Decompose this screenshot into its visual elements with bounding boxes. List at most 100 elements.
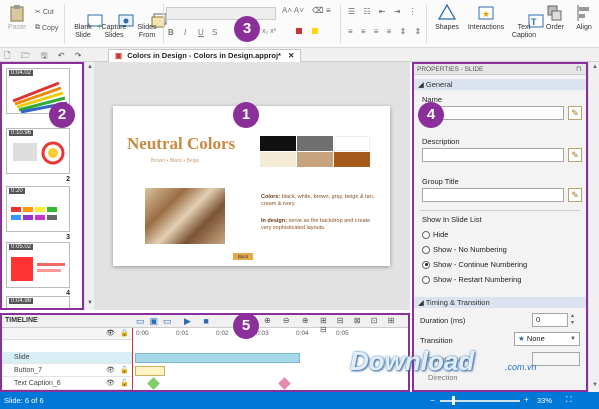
eye-icon[interactable]: 👁 (106, 378, 115, 390)
radio-show-restart-numbering[interactable]: Show - Restart Numbering (422, 275, 521, 284)
eraser-icon[interactable]: ⌫ (312, 6, 323, 15)
duration-stepper[interactable]: 0 (532, 313, 568, 327)
blank-slide-button[interactable]: + Blank Slide (70, 4, 103, 40)
stepper-arrows-icon[interactable]: ▲ ▼ (570, 313, 575, 327)
general-section-header[interactable]: ◢ General (414, 79, 586, 90)
description-field[interactable] (422, 148, 564, 162)
filmstrip-scrollbar[interactable]: ▲ ▼ (84, 62, 94, 310)
chevron-down-icon[interactable]: ▼ (87, 300, 93, 306)
timeline-title: TIMELINE (5, 317, 38, 324)
timeline-row-slide[interactable]: Slide (2, 352, 132, 364)
order-icon (546, 4, 564, 22)
radio-hide[interactable]: Hide (422, 230, 448, 239)
font-size-buttons[interactable]: A˄ A˅ (282, 6, 304, 15)
lock-icon[interactable]: 🔓 (120, 378, 129, 390)
align-icon (575, 4, 593, 22)
timeline-ruler: 0:00 0:01 0:02 0:03 0:04 0:05 (132, 315, 408, 341)
radio-show-no-numbering[interactable]: Show - No Numbering (422, 245, 507, 254)
zoom-out-icon[interactable]: − (430, 396, 435, 405)
paste-button[interactable]: Paste (4, 4, 30, 32)
pencil-icon: ✎ (571, 150, 579, 160)
slide-thumbnail[interactable]: 0:20 3 (6, 186, 70, 241)
slide-thumbnail[interactable]: 0:05.02 4 (6, 242, 70, 297)
text-format-icon[interactable]: ≡ (326, 6, 331, 15)
zoom-slider-thumb[interactable] (452, 396, 455, 405)
keyframe-start-marker[interactable] (147, 377, 160, 390)
color-swatch (334, 136, 370, 151)
timeline-tick: 0:02 (216, 330, 229, 337)
interactions-button[interactable]: ★ Interactions (466, 4, 506, 32)
chevron-up-icon[interactable]: ▲ (87, 64, 93, 70)
group-title-edit-button[interactable]: ✎ (568, 188, 582, 202)
slide-thumbnail[interactable]: 0:10.96 2 (6, 128, 70, 183)
slide-canvas[interactable]: Neutral Colors Brown • Black • Beige Col… (113, 106, 390, 266)
color-swatch (260, 152, 296, 167)
blank-slide-icon: + (74, 4, 103, 31)
slide-design-text[interactable]: In design: serve as the backdrop and cre… (261, 218, 381, 232)
color-swatch (297, 136, 333, 151)
slide-title[interactable]: Neutral Colors (127, 134, 235, 154)
font-color-icon[interactable] (296, 28, 302, 34)
align-button[interactable]: Align (572, 4, 596, 32)
slide-thumbnail[interactable]: 0:04.98 (6, 296, 70, 308)
transition-duration-field[interactable] (532, 352, 580, 366)
fit-icon[interactable]: ⛶ (566, 395, 572, 405)
document-tab[interactable]: ▣ Colors in Design - Colors in Design.ap… (108, 49, 302, 62)
group-title-field[interactable] (422, 188, 564, 202)
text-caption-icon: T (515, 4, 544, 28)
bold-button[interactable]: B (168, 28, 174, 37)
slide-back-button[interactable]: Back (233, 253, 253, 260)
lock-icon[interactable]: 🔒 (120, 329, 129, 337)
radio-show-continue-numbering[interactable]: Show - Continue Numbering (422, 260, 527, 269)
chevron-up-icon[interactable]: ▲ (592, 64, 598, 70)
watermark-domain: .com.vn (505, 362, 537, 372)
cut-button[interactable]: ✂ Cut (35, 8, 54, 17)
slides-from-icon (138, 4, 167, 28)
eye-icon[interactable]: 👁 (106, 365, 115, 377)
underline-button[interactable]: U (198, 28, 204, 37)
lock-icon[interactable]: 🔓 (120, 365, 129, 377)
button-duration-bar[interactable] (135, 366, 165, 376)
order-button[interactable]: Order (542, 4, 568, 32)
slide-photo[interactable] (145, 188, 225, 244)
timeline-row-text-caption[interactable]: Text Caption_6 👁 🔓 (2, 378, 132, 390)
slides-from-button[interactable]: Slides From (132, 4, 167, 40)
highlight-color-icon[interactable] (312, 28, 318, 34)
timing-section-header[interactable]: ◢ Timing & Transition (414, 297, 586, 308)
clipboard-icon (8, 4, 26, 22)
slide-counter: Slide: 6 of 6 (4, 396, 44, 405)
keyframe-end-marker[interactable] (278, 377, 291, 390)
eye-icon[interactable]: 👁 (106, 329, 115, 337)
subscript-button[interactable]: x₂ x² (262, 28, 276, 35)
list-buttons[interactable]: ☰ ☷ ⇤ ⇥ ⋮ (348, 7, 420, 16)
status-bar: Slide: 6 of 6 − + 33% ⛶ (0, 392, 599, 409)
filmstrip-panel: 0:04.02 0:10.96 2 0:20 3 0:05.02 4 0:04.… (0, 62, 84, 310)
show-in-slide-list-label: Show In Slide List (422, 215, 482, 224)
zoom-in-icon[interactable]: + (524, 395, 529, 404)
playhead[interactable] (132, 328, 133, 390)
color-swatch-grid[interactable] (260, 136, 371, 184)
timeline-row-button[interactable]: Button_7 👁 🔓 (2, 365, 132, 377)
slide-subtitle[interactable]: Brown • Black • Beige (151, 158, 199, 164)
chevron-down-icon[interactable]: ▼ (592, 382, 598, 388)
pin-icon[interactable]: ⊓ (576, 65, 581, 73)
transition-select[interactable]: ★ None ▼ (514, 332, 580, 346)
description-edit-button[interactable]: ✎ (568, 148, 582, 162)
text-caption-button[interactable]: T Text Caption (510, 4, 544, 40)
copy-button[interactable]: ⧉ Copy (35, 24, 58, 32)
slide-colors-text[interactable]: Colors: black, white, brown, gray, beige… (261, 194, 381, 208)
align-buttons[interactable]: ≡ ≡ ≡ ≡ ⇕ ⇕ (348, 27, 424, 36)
color-swatch (334, 152, 370, 167)
font-family-select[interactable] (166, 7, 276, 20)
shapes-button[interactable]: Shapes (432, 3, 462, 32)
description-label: Description (422, 137, 460, 146)
capture-slides-button[interactable]: Capture Slides (99, 4, 134, 40)
properties-header: PROPERTIES - SLIDE (414, 64, 586, 75)
italic-button[interactable]: I (184, 28, 186, 37)
properties-scrollbar[interactable]: ▲ ▼ (588, 62, 599, 392)
callout-badge: 2 (49, 102, 75, 128)
slide-duration-bar[interactable] (135, 353, 300, 363)
strikethrough-button[interactable]: S (212, 28, 217, 37)
name-edit-button[interactable]: ✎ (568, 106, 582, 120)
close-icon[interactable]: ✕ (288, 51, 294, 60)
